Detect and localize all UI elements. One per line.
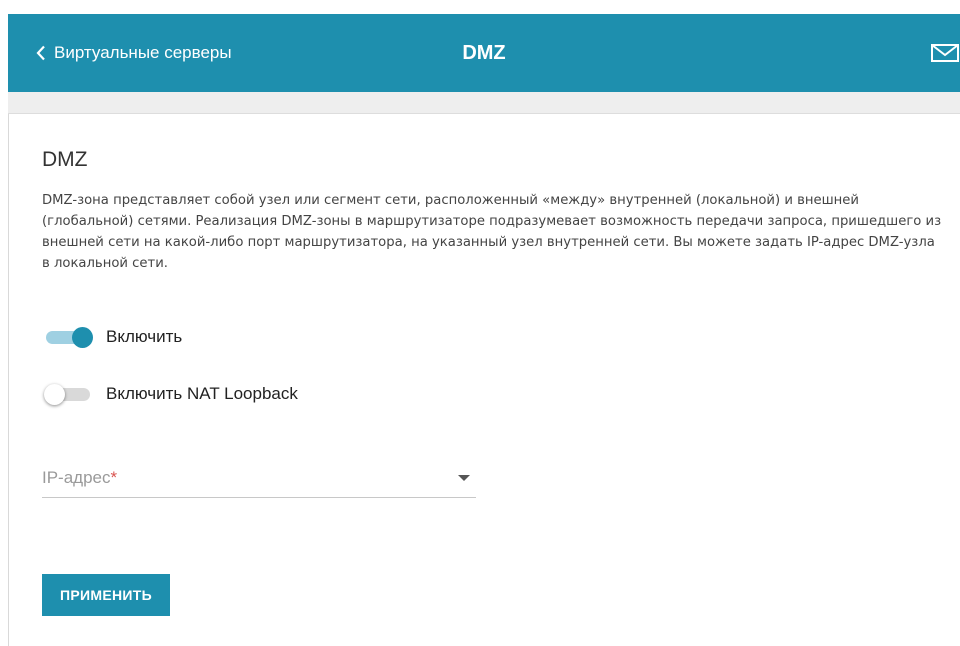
header-shadow-band [8, 92, 960, 114]
back-link-label: Виртуальные серверы [54, 43, 232, 62]
nat-loopback-toggle-label: Включить NAT Loopback [106, 384, 298, 403]
enable-toggle-label: Включить [106, 327, 183, 346]
ip-address-label-text: IP-адрес [42, 468, 111, 487]
enable-toggle[interactable] [42, 326, 94, 348]
page: Виртуальные серверы DMZ DMZ DMZ-зона пре… [0, 0, 960, 646]
required-mark: * [110, 468, 118, 487]
mail-icon [931, 44, 959, 62]
nat-loopback-toggle-row[interactable]: Включить NAT Loopback [42, 379, 298, 409]
toggle-knob [72, 327, 93, 348]
header-bar: Виртуальные серверы DMZ [8, 14, 960, 92]
left-border [8, 92, 9, 646]
notifications-button[interactable] [930, 38, 960, 68]
enable-toggle-row[interactable]: Включить [42, 322, 182, 352]
caret-down-icon [458, 475, 470, 481]
ip-address-label: IP-адрес* [42, 468, 117, 488]
chevron-left-icon [36, 45, 45, 61]
ip-address-select[interactable]: IP-адрес* [42, 456, 476, 498]
section-description: DMZ-зона представляет собой узел или сег… [42, 193, 942, 271]
apply-button[interactable]: ПРИМЕНИТЬ [42, 574, 170, 616]
toggle-knob [44, 384, 65, 405]
nat-loopback-toggle[interactable] [42, 383, 94, 405]
section-title: DMZ [42, 148, 88, 171]
back-link[interactable]: Виртуальные серверы [36, 14, 232, 92]
